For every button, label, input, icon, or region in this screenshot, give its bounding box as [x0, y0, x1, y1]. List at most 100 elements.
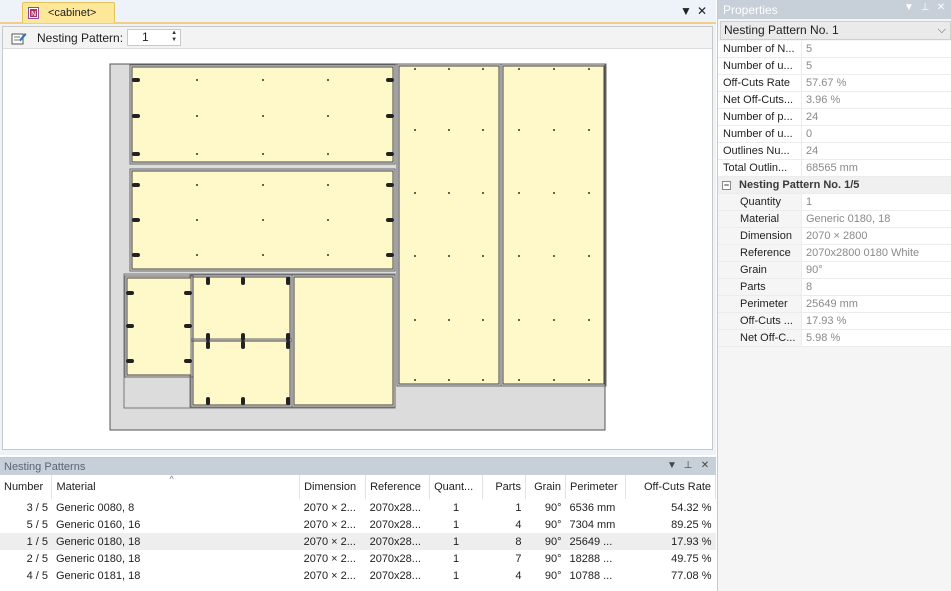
column-header[interactable]: Reference [365, 475, 431, 499]
property-row[interactable]: Grain 90° [718, 262, 951, 279]
property-row[interactable]: Parts 8 [718, 279, 951, 296]
nested-part [192, 340, 291, 406]
table-cell-material: Generic 0160, 16 [55, 518, 141, 531]
table-cell-parts: 1 [515, 501, 522, 514]
pin-icon[interactable]: ⊥ [682, 460, 694, 472]
table-row[interactable]: 4 / 5 Generic 0181, 18 2070 × 2... 2070x28.… [0, 567, 716, 584]
hinge-bore [132, 78, 140, 82]
drill-hole [482, 192, 484, 194]
property-name: Number of u... [718, 58, 802, 74]
table-cell-quantity: 1 [452, 518, 460, 531]
spinner-arrows-icon[interactable]: ▲ ▼ [168, 30, 180, 45]
table-cell-grain: 90° [544, 501, 562, 514]
property-row[interactable]: Material Generic 0180, 18 [718, 211, 951, 228]
table-row[interactable]: 3 / 5 Generic 0080, 8 2070 × 2... 2070x28..… [0, 499, 716, 516]
drill-hole [518, 319, 520, 321]
table-row[interactable]: 1 / 5 Generic 0180, 18 2070 × 2... 2070x28.… [0, 533, 716, 550]
property-row[interactable]: Off-Cuts Rate 57.67 % [718, 75, 951, 92]
property-value: 57.67 % [806, 77, 847, 89]
property-row[interactable]: Dimension 2070 × 2800 [718, 228, 951, 245]
table-cell-material: Generic 0080, 8 [55, 501, 135, 514]
property-value: 24 [806, 111, 819, 123]
close-icon[interactable]: ✕ [935, 2, 947, 14]
drill-hole [448, 129, 450, 131]
column-header[interactable]: Number [0, 475, 53, 499]
drill-hole [448, 255, 450, 257]
property-value: 2070 × 2800 [806, 230, 868, 242]
column-header[interactable]: Dimension [299, 475, 367, 499]
property-group-header[interactable]: − Nesting Pattern No. 1/5 [718, 177, 951, 194]
table-cell-offcuts: 49.75 % [671, 552, 712, 565]
properties-header: Properties ▼ ⊥ ✕ [718, 0, 951, 19]
document-frame: Nesting Pattern: 1 ▲ ▼ [2, 26, 713, 450]
tab-dropdown-icon[interactable]: ▼ [679, 4, 693, 18]
properties-title: Properties [723, 2, 778, 17]
dropdown-arrow-icon[interactable]: ▼ [903, 2, 915, 14]
table-cell-material: Generic 0181, 18 [55, 569, 141, 582]
hinge-bore [206, 341, 210, 349]
property-row[interactable]: Outlines Nu... 24 [718, 143, 951, 160]
nesting-pattern-spinner[interactable]: 1 ▲ ▼ [127, 29, 182, 46]
table-cell-number: 4 / 5 [26, 569, 48, 582]
close-icon[interactable]: ✕ [699, 460, 711, 472]
hinge-bore [386, 114, 394, 118]
drill-hole [448, 68, 450, 70]
column-header-material[interactable]: Material ^ [51, 474, 301, 499]
column-header[interactable]: Perimeter [565, 475, 626, 499]
drill-hole [327, 184, 329, 186]
drill-hole [262, 79, 264, 81]
property-value: 5 [806, 60, 813, 72]
property-row[interactable]: Number of N... 5 [718, 41, 951, 58]
property-name: Dimension [718, 228, 802, 244]
hinge-bore [386, 183, 394, 187]
property-row[interactable]: Perimeter 25649 mm [718, 296, 951, 313]
column-header[interactable]: Grain [525, 475, 566, 499]
column-header[interactable]: Off-Cuts Rate [625, 475, 717, 499]
property-row[interactable]: Number of p... 24 [718, 109, 951, 126]
group-title: Nesting Pattern No. 1/5 [739, 179, 860, 191]
tab-title: <cabinet> [48, 7, 97, 19]
properties-object-select[interactable]: Nesting Pattern No. 1 ⌵ [720, 21, 951, 40]
drill-hole [196, 79, 198, 81]
drill-hole [588, 379, 590, 381]
table-cell-offcuts: 54.32 % [671, 501, 712, 514]
table-cell-material: Generic 0180, 18 [55, 552, 141, 565]
nesting-canvas[interactable] [3, 50, 712, 453]
drill-hole [482, 319, 484, 321]
hinge-bore [126, 359, 134, 363]
edit-pattern-icon[interactable] [9, 28, 29, 48]
drill-hole [262, 115, 264, 117]
collapse-icon[interactable]: − [722, 180, 731, 190]
nested-part [502, 65, 605, 385]
hinge-bore [132, 114, 140, 118]
table-row[interactable]: 5 / 5 Generic 0160, 16 2070 × 2... 2070x28.… [0, 516, 716, 533]
property-row[interactable]: Number of u... 5 [718, 58, 951, 75]
table-cell-grain: 90° [544, 552, 562, 565]
property-name: Number of p... [718, 109, 802, 125]
nesting-patterns-table: Number Material ^ Dimension Reference Qu… [0, 474, 717, 584]
property-row[interactable]: Off-Cuts ... 17.93 % [718, 313, 951, 330]
property-row[interactable]: Net Off-C... 5.98 % [718, 330, 951, 347]
property-row[interactable]: Net Off-Cuts... 3.96 % [718, 92, 951, 109]
table-row[interactable]: 2 / 5 Generic 0180, 18 2070 × 2... 2070x28.… [0, 550, 716, 567]
property-name: Net Off-C... [718, 330, 802, 346]
property-row[interactable]: Number of u... 0 [718, 126, 951, 143]
table-cell-offcuts: 17.93 % [625, 533, 716, 550]
hinge-bore [132, 218, 140, 222]
nesting-pattern-label: Nesting Pattern: [37, 30, 124, 45]
pin-icon[interactable]: ⊥ [919, 2, 931, 14]
drill-hole [262, 219, 264, 221]
tab-cabinet[interactable]: N <cabinet> [22, 2, 115, 23]
property-row[interactable]: Quantity 1 [718, 194, 951, 211]
column-header[interactable]: Quant... [429, 475, 484, 499]
table-cell-quantity: 1 [429, 533, 483, 550]
table-cell-quantity: 1 [452, 569, 460, 582]
property-row[interactable]: Reference 2070x2800 0180 White [718, 245, 951, 262]
close-icon[interactable]: ✕ [695, 4, 709, 18]
table-cell-reference: 2070x28... [369, 501, 421, 514]
drill-hole [414, 255, 416, 257]
dropdown-arrow-icon[interactable]: ▼ [666, 460, 678, 472]
column-header[interactable]: Parts [482, 475, 526, 499]
table-cell-number: 3 / 5 [26, 501, 48, 514]
property-row[interactable]: Total Outlin... 68565 mm [718, 160, 951, 177]
